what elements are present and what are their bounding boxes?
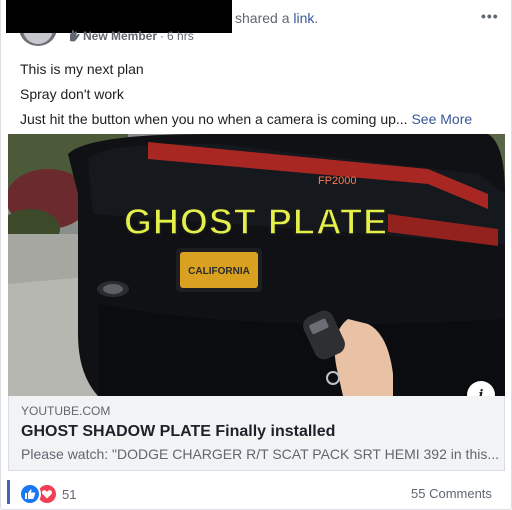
- ghost-plate-overlay: GHOST PLATE: [124, 201, 388, 242]
- car-rear-image: CALIFORNIA FP2000 GHOST PLATE: [8, 134, 505, 396]
- shared-link-text: shared a link.: [235, 10, 319, 26]
- link-description: Please watch: "DODGE CHARGER R/T SCAT PA…: [21, 446, 499, 462]
- see-more-link[interactable]: See More: [411, 111, 472, 127]
- member-badge: New Member: [83, 29, 158, 43]
- meta-separator: ·: [160, 29, 165, 43]
- brand-decal: FP2000: [318, 175, 357, 187]
- link-word[interactable]: link: [293, 10, 314, 26]
- feed-post: shared a link. New Member · 6 hrs ••• Th…: [0, 0, 512, 510]
- post-line: Just hit the button when you no when a c…: [20, 111, 473, 127]
- more-options-button[interactable]: •••: [481, 8, 499, 24]
- post-meta: New Member · 6 hrs: [67, 29, 194, 43]
- license-plate: CALIFORNIA: [188, 266, 250, 277]
- link-preview[interactable]: YOUTUBE.COM GHOST SHADOW PLATE Finally i…: [8, 396, 505, 471]
- post-time[interactable]: 6 hrs: [167, 29, 194, 43]
- post-line: Spray don't work: [20, 86, 124, 102]
- new-member-icon: [67, 29, 81, 43]
- link-domain: YOUTUBE.COM: [21, 404, 111, 418]
- focus-bar: [7, 480, 10, 504]
- post-line: This is my next plan: [20, 61, 144, 77]
- video-thumbnail[interactable]: CALIFORNIA FP2000 GHOST PLATE: [8, 134, 505, 396]
- post-body: This is my next plan Spray don't work Ju…: [20, 57, 472, 132]
- reaction-count: 51: [62, 486, 77, 502]
- like-reaction-icon: [19, 483, 41, 505]
- shared-label: shared a: [235, 10, 290, 26]
- comments-count-link[interactable]: 55 Comments: [411, 486, 492, 501]
- reactions-summary[interactable]: 51: [7, 480, 77, 505]
- link-title[interactable]: GHOST SHADOW PLATE Finally installed: [21, 423, 335, 441]
